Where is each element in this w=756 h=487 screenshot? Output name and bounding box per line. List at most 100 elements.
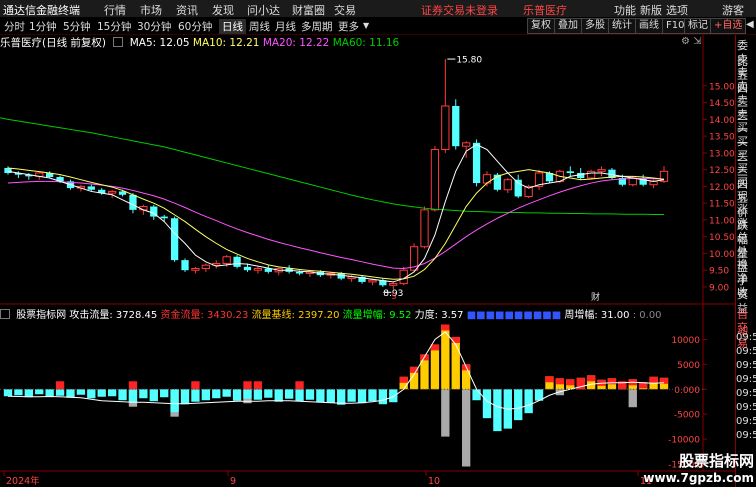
price-tick-label: 10.50	[709, 233, 735, 243]
volume-bar	[472, 389, 481, 401]
volume-bar-top	[586, 375, 596, 382]
expand-icon: ⇲	[693, 36, 702, 47]
volume-bar	[232, 389, 242, 401]
square-icon[interactable]	[113, 37, 124, 47]
tail-label: : 0.00	[632, 310, 662, 321]
volume-bar	[337, 389, 346, 405]
tab-monthly[interactable]: 月线	[275, 19, 296, 34]
volume-bar	[14, 389, 23, 396]
volume-tick-label: -10000	[668, 436, 700, 446]
volume-bar-red	[55, 381, 65, 390]
price-tick-label: 14.50	[709, 99, 735, 109]
settings-icon: ⚙	[681, 36, 690, 47]
chevron-down-icon[interactable]: ▼	[363, 21, 369, 30]
candle	[243, 266, 252, 271]
volume-bar	[243, 389, 252, 399]
volume-bar	[264, 389, 273, 398]
candle	[368, 279, 377, 283]
stock-title: 乐普医疗(日线 前复权)	[0, 37, 107, 49]
adjust-button[interactable]: 复权	[527, 18, 555, 34]
tab-1min[interactable]: 1分钟	[29, 19, 57, 34]
add-watchlist-button[interactable]: +自选	[710, 18, 747, 34]
signal-marker: S	[391, 292, 396, 301]
volume-bar	[45, 389, 54, 397]
multi-stock-button[interactable]: 多股	[581, 18, 609, 34]
candle	[295, 271, 304, 274]
volume-bar	[357, 389, 367, 404]
statistics-button[interactable]: 统计	[608, 18, 636, 34]
quote-panel: 委比 卖五 卖四 卖三 卖二 卖一 买一 买二 买三 买四 买五 现价 涨跌 涨幅 总量 外盘 换手 净资 收益 自动…	[735, 35, 756, 487]
volume-bar	[55, 389, 65, 396]
volume-bar	[430, 344, 440, 390]
volume-bar	[191, 389, 200, 402]
volume-tick-label: -5000	[674, 411, 700, 421]
tab-daily[interactable]: 日线	[219, 19, 246, 34]
ma20-line	[7, 177, 665, 270]
price-tick-label: 11.00	[709, 216, 735, 226]
price-tick-label: 11.50	[709, 200, 735, 210]
menu-item-wealth[interactable]: 财富圈	[292, 2, 325, 18]
tab-15min[interactable]: 15分钟	[97, 19, 131, 34]
volume-bar-top	[545, 376, 554, 383]
title-bar: 通达信金融终端 行情 市场 资讯 发现 问小达 财富圈 交易 证券交易未登录 乐…	[0, 0, 756, 18]
login-alert[interactable]: 证券交易未登录	[421, 2, 498, 18]
watermark: 股票指标网 www.7gpzb.com	[643, 450, 754, 485]
menu-item-trade[interactable]: 交易	[334, 2, 356, 18]
tab-more[interactable]: 更多	[338, 19, 359, 34]
volume-bar-top	[451, 336, 460, 343]
volume-bar-top	[566, 379, 575, 386]
overlay-button[interactable]: 叠加	[554, 18, 582, 34]
price-tick-label: 15.00	[709, 82, 735, 92]
menu-item-news[interactable]: 资讯	[176, 2, 198, 18]
volume-bar-red	[243, 381, 252, 390]
bookmark-button[interactable]: 标记	[684, 18, 712, 34]
watermark-url: www.7gpzb.com	[643, 471, 754, 485]
price-tick-label: 9.50	[709, 267, 729, 277]
menu-guest[interactable]: 游客	[722, 2, 744, 18]
app-name: 通达信金融终端	[3, 4, 80, 17]
tab-60min[interactable]: 60分钟	[178, 19, 212, 34]
volume-bar-red	[295, 381, 304, 390]
draw-line-button[interactable]: 画线	[635, 18, 663, 34]
menu-options[interactable]: 选项	[666, 2, 688, 18]
candle	[337, 273, 345, 279]
candle	[452, 105, 460, 147]
price-tick-label: 10.00	[709, 250, 735, 260]
menu-new-version[interactable]: 新版	[640, 2, 662, 18]
tick-time: 09:52	[736, 430, 756, 441]
volume-bar	[87, 389, 96, 399]
volume-bar-grey	[461, 389, 471, 467]
volume-bar-grey	[628, 389, 637, 408]
menu-item-markets[interactable]: 市场	[140, 2, 162, 18]
ma60-line-ext	[0, 117, 9, 120]
tab-5min[interactable]: 5分钟	[63, 19, 91, 34]
menu-item-discover[interactable]: 发现	[212, 2, 234, 18]
watermark-title: 股票指标网	[678, 452, 754, 470]
volume-bar-top	[555, 378, 565, 385]
menu-item-market[interactable]: 行情	[104, 2, 126, 18]
menu-function[interactable]: 功能	[614, 2, 636, 18]
candle	[514, 179, 522, 197]
collapse-arrow-icon[interactable]: ◀	[745, 18, 755, 32]
chart-controls[interactable]: ⚙ ⇲	[681, 36, 702, 47]
tab-weekly[interactable]: 周线	[249, 19, 270, 34]
date-label: 2024年	[6, 475, 40, 487]
square-icon[interactable]	[0, 309, 10, 319]
price-tick-label: 12.00	[709, 183, 735, 193]
volume-tick-label: 0.000	[674, 386, 700, 396]
volume-bar	[170, 389, 179, 413]
volume-bar-top	[399, 376, 408, 383]
volume-bar-top	[441, 324, 450, 331]
volume-bar-top	[649, 376, 658, 383]
date-label: 9	[230, 476, 236, 487]
indicator-name[interactable]: 股票指标网	[16, 310, 66, 321]
tab-intraday[interactable]: 分时	[4, 19, 25, 34]
fund-flow-label: 资金流量: 3430.23	[160, 310, 249, 321]
stock-header: 乐普医疗(日线 前复权) MA5: 12.05 MA10: 12.21 MA20…	[0, 35, 399, 49]
volume-bar	[212, 389, 221, 399]
tick-time: 09:52	[736, 388, 756, 399]
volume-bar	[149, 389, 158, 402]
tab-multi-period[interactable]: 多周期	[301, 19, 333, 34]
menu-item-assistant[interactable]: 问小达	[247, 2, 280, 18]
tab-30min[interactable]: 30分钟	[137, 19, 171, 34]
